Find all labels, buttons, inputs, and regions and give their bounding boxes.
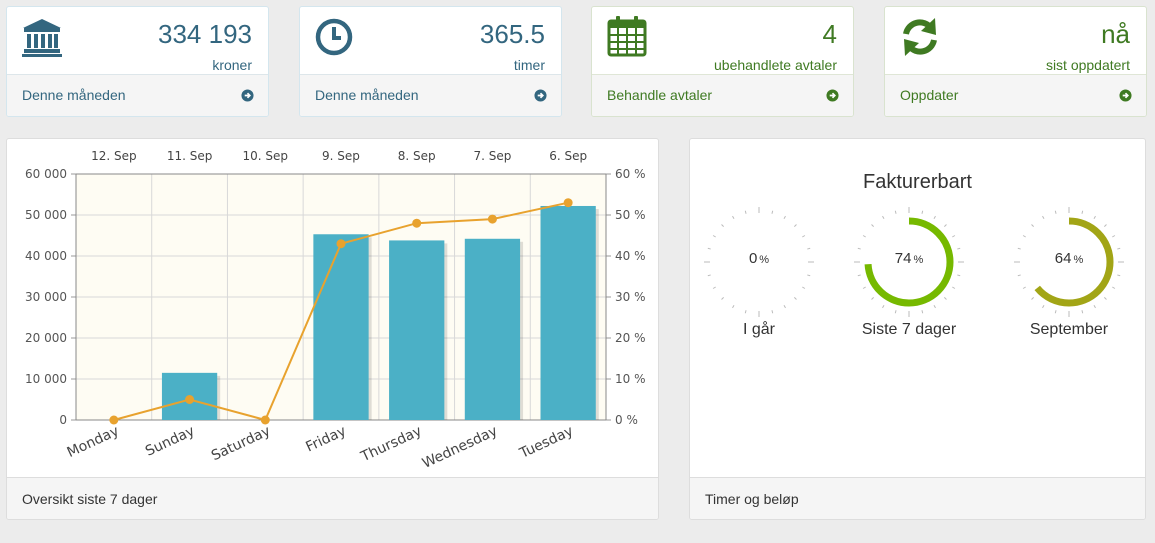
bar xyxy=(464,238,521,420)
overview-chart: 0 10 000 20 000 30 000 40 000 50 000 60 000 0 %… xyxy=(25,149,646,472)
arrow-circle-right-icon xyxy=(1119,89,1132,102)
top-axis-label: 11. Sep xyxy=(167,149,213,163)
line-point xyxy=(336,239,346,249)
stat-card-agreements: 4 ubehandlete avtaler Behandle avtaler xyxy=(591,6,854,117)
line-point xyxy=(487,214,497,224)
gauge-panel-footer: Timer og beløp xyxy=(690,477,1145,519)
top-axis-label: 7. Sep xyxy=(473,149,511,163)
stat-footer-label: Denne måneden xyxy=(315,87,419,103)
clock-icon xyxy=(315,18,353,56)
gauge: 74% xyxy=(854,207,964,317)
chart-panel-footer: Oversikt siste 7 dager xyxy=(7,477,658,519)
stat-value: nå xyxy=(1101,19,1130,49)
left-axis-tick-label: 40 000 xyxy=(25,249,67,263)
stat-unit: timer xyxy=(513,57,545,73)
right-axis-tick-label: 0 % xyxy=(615,413,638,427)
arrow-circle-right-icon xyxy=(826,89,839,102)
arrow-circle-right-icon xyxy=(241,89,254,102)
stat-unit: ubehandlete avtaler xyxy=(714,57,837,73)
stat-footer-link[interactable]: Oppdater xyxy=(885,74,1146,116)
right-axis-tick-label: 20 % xyxy=(615,331,646,345)
gauge-panel-footer-label: Timer og beløp xyxy=(705,491,799,507)
stat-value: 365.5 xyxy=(479,19,545,49)
stat-footer-link[interactable]: Denne måneden xyxy=(300,74,561,116)
stat-card-refresh: nå sist oppdatert Oppdater xyxy=(884,6,1147,117)
bar xyxy=(313,234,369,420)
line-point xyxy=(412,218,422,228)
gauge-value: 64% xyxy=(1054,250,1084,267)
stat-unit: sist oppdatert xyxy=(1045,57,1130,73)
right-axis-tick-label: 50 % xyxy=(615,208,646,222)
gauge: 64% xyxy=(1014,207,1124,317)
left-axis-tick-label: 10 000 xyxy=(25,372,67,386)
gauge-panel-title: Fakturerbart xyxy=(863,171,972,193)
gauge-panel: Fakturerbart 0% I går 74% Siste 7 dager 64% S… xyxy=(689,138,1146,520)
right-axis-tick-label: 30 % xyxy=(615,290,646,304)
stat-value: 4 xyxy=(822,19,837,49)
right-axis-tick-label: 40 % xyxy=(615,249,646,263)
bottom-axis-label: Wednesday xyxy=(420,423,500,472)
left-axis-tick-label: 60 000 xyxy=(25,167,67,181)
gauge-label: I går xyxy=(742,321,775,338)
chart-panel-footer-label: Oversikt siste 7 dager xyxy=(22,491,158,507)
bank-icon xyxy=(22,19,62,57)
arrow-circle-right-icon xyxy=(534,89,547,102)
gauge-value: 74% xyxy=(894,250,924,267)
line-point xyxy=(563,198,573,208)
left-axis-tick-label: 30 000 xyxy=(25,290,67,304)
left-axis-tick-label: 20 000 xyxy=(25,331,67,345)
right-axis-tick-label: 60 % xyxy=(615,167,646,181)
bottom-axis-label: Monday xyxy=(65,423,122,461)
bar xyxy=(540,205,596,420)
bottom-axis-label: Sunday xyxy=(143,423,197,460)
top-axis-label: 9. Sep xyxy=(322,149,360,163)
gauge-value: 0% xyxy=(748,250,770,267)
gauge: 0% xyxy=(704,207,814,317)
calendar-icon xyxy=(607,16,647,57)
stat-footer-label: Behandle avtaler xyxy=(607,87,713,103)
stat-value: 334 193 xyxy=(158,19,252,49)
bar xyxy=(389,240,445,420)
gauge-label: September xyxy=(1029,321,1109,338)
stat-card-hours: 365.5 timer Denne måneden xyxy=(299,6,562,117)
left-axis-tick-label: 0 xyxy=(59,413,67,427)
stat-footer-label: Oppdater xyxy=(900,87,959,103)
top-axis-label: 12. Sep xyxy=(91,149,137,163)
line-point xyxy=(185,395,195,404)
top-axis-label: 10. Sep xyxy=(243,149,289,163)
refresh-icon xyxy=(903,18,937,56)
chart-panel: 0 10 000 20 000 30 000 40 000 50 000 60 000 0 %… xyxy=(6,138,659,520)
bottom-axis-label: Tuesday xyxy=(517,423,576,462)
left-axis-tick-label: 50 000 xyxy=(25,208,67,222)
stat-unit: kroner xyxy=(212,57,252,73)
stat-footer-link[interactable]: Behandle avtaler xyxy=(592,74,853,116)
bottom-axis-label: Thursday xyxy=(358,423,425,465)
bottom-axis-label: Saturday xyxy=(209,423,273,464)
bottom-axis-label: Friday xyxy=(303,423,348,455)
stat-footer-link[interactable]: Denne måneden xyxy=(7,74,268,116)
stat-footer-label: Denne måneden xyxy=(22,87,126,103)
gauge-label: Siste 7 dager xyxy=(861,321,957,338)
top-axis-label: 8. Sep xyxy=(398,149,436,163)
right-axis-tick-label: 10 % xyxy=(615,372,646,386)
stat-card-revenue: 334 193 kroner Denne måneden xyxy=(6,6,269,117)
top-axis-label: 6. Sep xyxy=(549,149,587,163)
